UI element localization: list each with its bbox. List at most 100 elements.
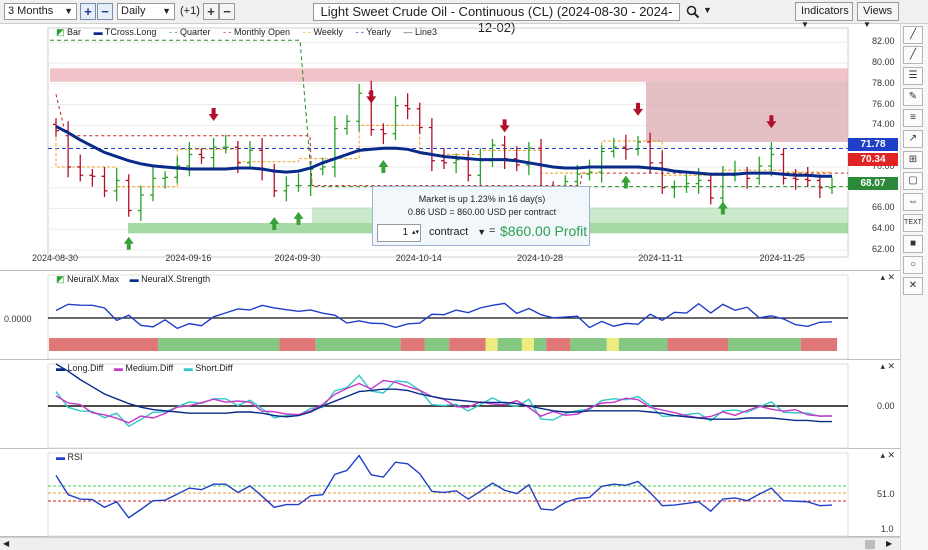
- symbol-title[interactable]: Light Sweet Crude Oil - Continuous (CL) …: [313, 3, 680, 35]
- yearly-price-tag: 71.78: [848, 138, 898, 151]
- last-price-tag: 68.07: [848, 177, 898, 190]
- neuralx-max-cell: [497, 338, 522, 351]
- legend-neuralx-max: NeuralX.Max: [67, 274, 120, 284]
- rectangle-icon[interactable]: ■: [903, 235, 923, 253]
- price-tick-label: 64.00: [872, 223, 895, 234]
- pane-close-icon[interactable]: ▴ ✕: [880, 450, 895, 461]
- offset-minus-button[interactable]: −: [219, 3, 235, 20]
- neuralx-max-cell: [618, 338, 668, 351]
- pencil-icon[interactable]: ✎: [903, 88, 923, 106]
- line-tool-icon[interactable]: ╱: [903, 26, 923, 44]
- rsi-pane[interactable]: ▬ RSI 51.0 1.0 ▴ ✕: [0, 449, 900, 537]
- neuralx-strength-line: [55, 302, 833, 330]
- indicators-button[interactable]: Indicators ▼: [795, 2, 853, 29]
- buy-arrow-icon: [378, 159, 389, 173]
- neuralx-max-cell: [521, 338, 534, 351]
- legend-medium-diff: Medium.Diff: [125, 363, 174, 373]
- neuralx-legend: ◩ NeuralX.Max ▬ NeuralX.Strength: [56, 274, 210, 285]
- contract-qty-value: 1: [402, 227, 408, 238]
- dropdown-arrow-icon[interactable]: ▼: [703, 5, 712, 15]
- interval-select[interactable]: Daily ▼: [117, 3, 175, 20]
- contract-qty-input[interactable]: 1 ▴▾: [377, 224, 421, 242]
- dropdown-arrow-icon: ▼: [64, 6, 73, 16]
- rsi-chart[interactable]: [0, 449, 900, 537]
- search-icon[interactable]: [686, 5, 700, 19]
- horizontal-line-icon[interactable]: ╱: [903, 46, 923, 64]
- diff-legend: ▬ Long.Diff ▬ Medium.Diff ▬ Short.Diff: [56, 363, 233, 373]
- trend-arrow-icon[interactable]: ↗: [903, 130, 923, 148]
- monthly-price-tag: 70.34: [848, 153, 898, 166]
- scroll-right-icon[interactable]: ▶: [886, 539, 892, 548]
- equals-sign: =: [489, 225, 496, 237]
- neuralx-max-cell: [279, 338, 316, 351]
- neuralx-max-cell: [49, 338, 159, 351]
- date-tick-label: 2024-09-30: [274, 253, 321, 263]
- neuralx-max-cell: [400, 338, 425, 351]
- date-tick-label: 2024-09-16: [165, 253, 212, 263]
- resistance-zone: [646, 81, 848, 143]
- scroll-thumb[interactable]: [865, 540, 875, 549]
- profit-tooltip: Market is up 1.23% in 16 day(s) 0.86 USD…: [372, 186, 590, 246]
- neuralx-max-legend-icon: ◩: [56, 274, 65, 284]
- legend-tcross: TCross.Long: [104, 27, 157, 37]
- yearly-legend-icon: - -: [355, 27, 364, 37]
- neuralx-max-cell: [534, 338, 547, 351]
- views-button[interactable]: Views ▼: [857, 2, 899, 29]
- scroll-left-icon[interactable]: ◀: [3, 539, 9, 548]
- dropdown-arrow-icon: ▼: [162, 6, 171, 16]
- legend-line3: Line3: [415, 27, 438, 37]
- sell-arrow-icon: [499, 119, 510, 133]
- diff-pane[interactable]: ▬ Long.Diff ▬ Medium.Diff ▬ Short.Diff 0…: [0, 360, 900, 449]
- monthly-legend-icon: - -: [223, 27, 232, 37]
- neuralx-max-cell: [546, 338, 571, 351]
- zoom-in-button[interactable]: +: [80, 3, 96, 20]
- neuralx-y-label: 0.0000: [4, 314, 32, 324]
- text-icon[interactable]: TEXT: [903, 214, 923, 232]
- views-label: Views: [863, 5, 893, 17]
- legend-short-diff: Short.Diff: [195, 363, 233, 373]
- comment-icon[interactable]: ▢: [903, 172, 923, 190]
- rsi-y-label-low: 1.0: [881, 524, 894, 534]
- long-diff-legend-icon: ▬: [56, 363, 65, 373]
- pane-close-icon[interactable]: ▴ ✕: [880, 272, 895, 283]
- interval-value: Daily: [121, 5, 146, 17]
- diff-chart[interactable]: [0, 360, 900, 449]
- rsi-legend: ▬ RSI: [56, 452, 83, 462]
- drawing-toolbar: ╱ ╱ ☰ ✎ ≡ ↗ ⊞ ▢ ⇔ TEXT ■ ○ ✕: [900, 24, 928, 550]
- plot-frame: [47, 452, 849, 537]
- channel-tool-icon[interactable]: ☰: [903, 67, 923, 85]
- neuralx-max-cell: [424, 338, 450, 351]
- legend-weekly: Weekly: [313, 27, 343, 37]
- ruler-icon[interactable]: ⊞: [903, 151, 923, 169]
- short-diff-legend-icon: ▬: [183, 363, 193, 373]
- measure-icon[interactable]: ⇔: [903, 193, 923, 211]
- rsi-line: [55, 454, 833, 519]
- profit-amount: $860.00 Profit: [500, 223, 588, 239]
- price-legend: ◩ Bar ▬ TCross.Long - - Quarter - - Mont…: [56, 27, 437, 38]
- legend-rsi: RSI: [67, 452, 83, 462]
- unit-select[interactable]: contract ▼: [425, 224, 487, 242]
- top-toolbar: 3 Months ▼ + − Daily ▼ (+1) + − Light Sw…: [0, 0, 928, 35]
- fibonacci-icon[interactable]: ≡: [903, 109, 923, 127]
- zoom-out-button[interactable]: −: [97, 3, 113, 20]
- date-tick-label: 2024-11-25: [759, 253, 805, 263]
- neuralx-max-cell: [728, 338, 801, 351]
- pane-close-icon[interactable]: ▴ ✕: [880, 361, 895, 372]
- legend-bar: Bar: [67, 27, 82, 37]
- close-icon[interactable]: ✕: [903, 277, 923, 295]
- offset-plus-button[interactable]: +: [203, 3, 219, 20]
- price-tick-label: 82.00: [872, 36, 895, 47]
- neuralx-pane[interactable]: ◩ NeuralX.Max ▬ NeuralX.Strength 0.0000 …: [0, 271, 900, 360]
- circle-icon[interactable]: ○: [903, 256, 923, 274]
- price-tick-label: 74.00: [872, 119, 895, 130]
- horizontal-scrollbar[interactable]: ◀ ▶: [0, 537, 900, 550]
- period-select[interactable]: 3 Months ▼: [4, 3, 77, 20]
- neuralx-max-cell: [315, 338, 401, 351]
- spinner-icon[interactable]: ▴▾: [412, 225, 419, 241]
- diff-y-label: 0.00: [877, 401, 895, 411]
- neuralx-max-cell: [485, 338, 498, 351]
- medium-diff-legend-icon: ▬: [113, 363, 123, 373]
- legend-monthly-open: Monthly Open: [234, 27, 291, 37]
- buy-arrow-icon: [293, 211, 304, 225]
- neuralx-max-cell: [158, 338, 280, 351]
